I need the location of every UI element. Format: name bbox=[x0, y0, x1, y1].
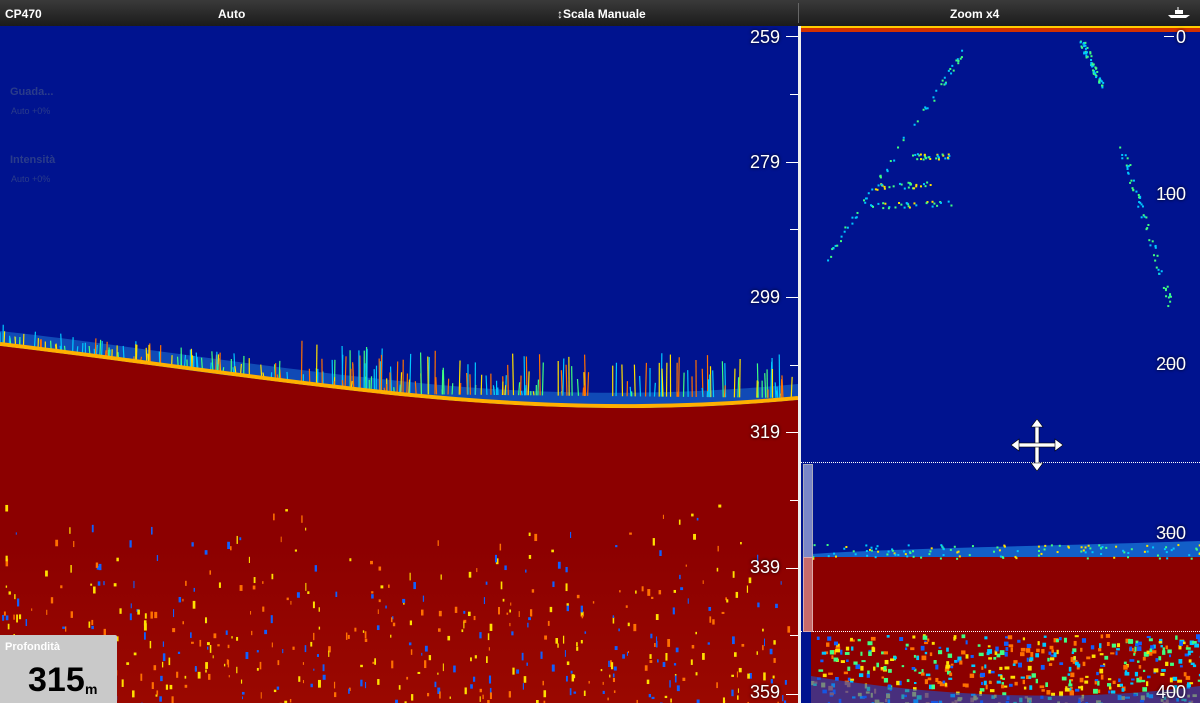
scale-tick bbox=[786, 36, 798, 37]
zoom-range-bar-upper[interactable] bbox=[803, 464, 813, 558]
scale-tick-minor bbox=[790, 229, 798, 230]
zoom-label[interactable]: Zoom x4 bbox=[950, 7, 999, 21]
scale-tick bbox=[786, 694, 798, 695]
scale-label: 359 bbox=[750, 682, 781, 702]
scale-label: 200 bbox=[1156, 354, 1187, 374]
scale-tick-minor bbox=[790, 94, 798, 95]
depth-value: 315 bbox=[28, 661, 85, 699]
depth-readout[interactable]: Profondità 315 m bbox=[0, 635, 117, 703]
scale-tick-minor bbox=[790, 365, 798, 366]
scale-tick bbox=[1164, 36, 1174, 37]
zoom-echo-image bbox=[801, 26, 1200, 703]
scale-tick bbox=[786, 568, 798, 569]
sonar-echo-image bbox=[0, 26, 798, 703]
scale-label: 400 bbox=[1156, 682, 1187, 702]
scale-label: 100 bbox=[1156, 184, 1187, 204]
scale-label: 339 bbox=[750, 557, 781, 577]
scale-label: 319 bbox=[750, 422, 781, 442]
source-label[interactable]: CP470 bbox=[5, 7, 42, 21]
scale-tick bbox=[786, 162, 798, 163]
scale-label: 0 bbox=[1176, 27, 1187, 47]
gain-value: Auto +0% bbox=[11, 106, 51, 116]
zoom-window-bottom[interactable] bbox=[801, 631, 1200, 632]
scale-tick bbox=[786, 297, 798, 298]
gain-label[interactable]: Guada... bbox=[10, 86, 53, 98]
mode-label[interactable]: Auto bbox=[218, 7, 245, 21]
intensity-label[interactable]: Intensità bbox=[10, 154, 55, 166]
intensity-value: Auto +0% bbox=[11, 174, 51, 184]
sonar-history-pane[interactable]: Guada... Auto +0% Intensità Auto +0% 259… bbox=[0, 26, 798, 703]
topbar-divider bbox=[798, 3, 799, 23]
zoom-range-bar-lower[interactable] bbox=[803, 557, 813, 632]
depth-unit: m bbox=[85, 681, 98, 697]
scale-label: 279 bbox=[750, 152, 781, 172]
scale-tick-minor bbox=[790, 635, 798, 636]
scale-tick-minor bbox=[790, 500, 798, 501]
scale-mode-label[interactable]: ↕Scala Manuale bbox=[557, 7, 646, 21]
scale-label: 299 bbox=[750, 287, 781, 307]
depth-label: Profondità bbox=[5, 641, 60, 653]
top-bar: CP470 Auto ↕Scala Manuale Zoom x4 bbox=[0, 0, 1200, 27]
scale-label: 259 bbox=[750, 27, 781, 47]
scale-label: 300 bbox=[1156, 523, 1187, 543]
scale-tick bbox=[786, 432, 798, 433]
zoom-window-top[interactable] bbox=[801, 462, 1200, 463]
move-cursor-icon[interactable] bbox=[1011, 419, 1063, 471]
sonar-zoom-pane[interactable]: 0 100 200 300 400 bbox=[801, 26, 1200, 703]
boat-icon bbox=[1168, 7, 1190, 18]
